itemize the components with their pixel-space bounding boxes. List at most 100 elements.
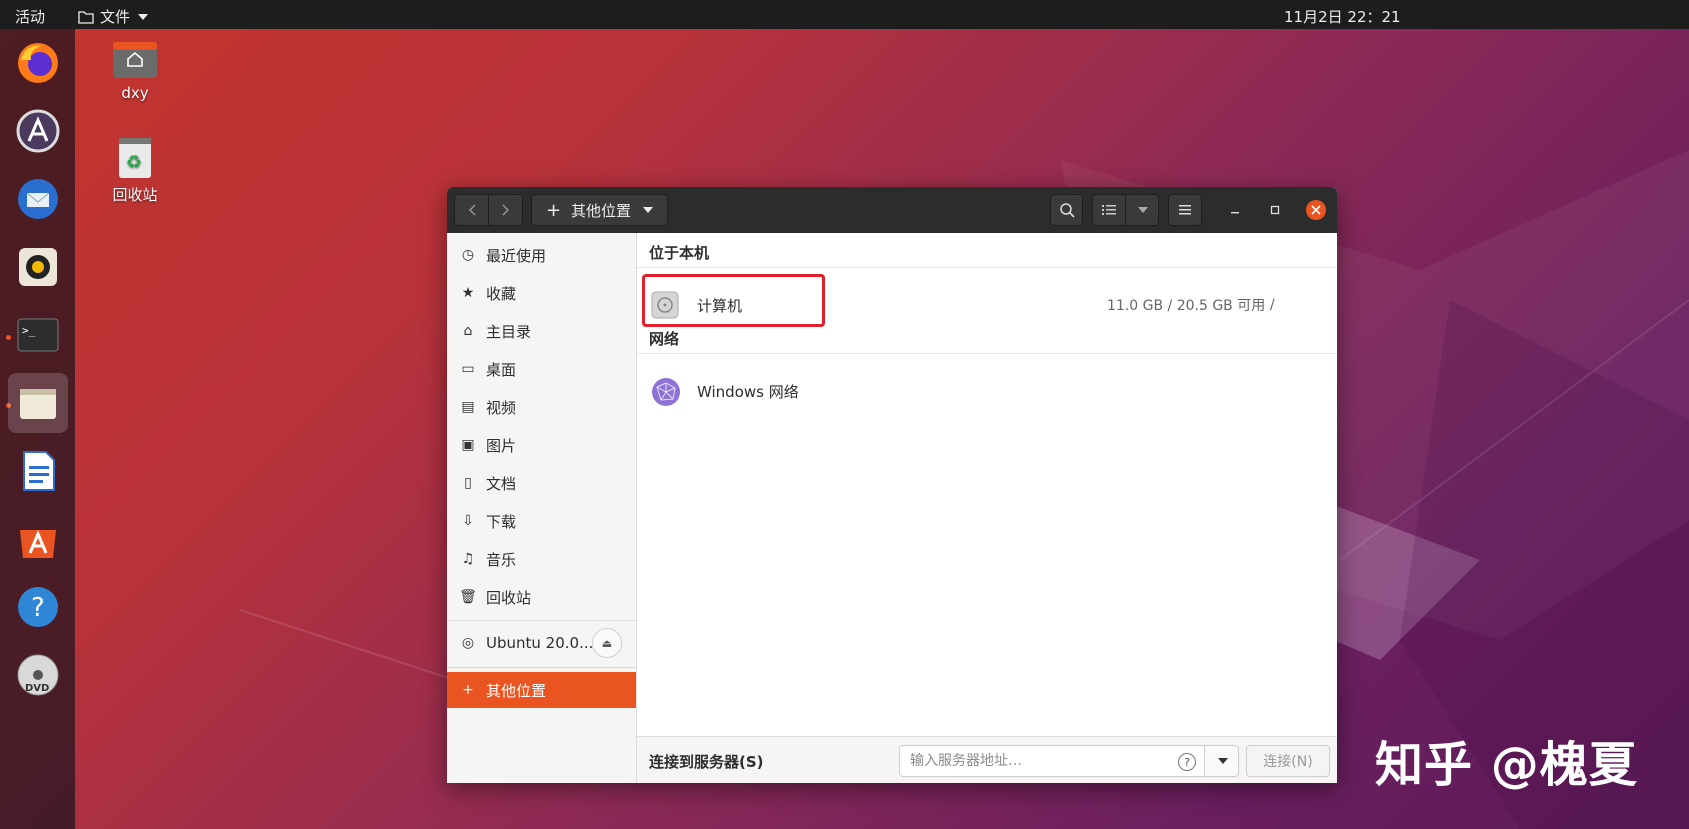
sidebar-item-recent[interactable]: ◷ 最近使用 (447, 236, 636, 274)
dock-files[interactable] (8, 373, 68, 433)
sidebar-item-label: 桌面 (486, 360, 517, 379)
mount-point: / (1270, 297, 1275, 313)
watermark: 知乎 @槐夏 (1375, 737, 1638, 793)
header-bar: + 其他位置 (447, 187, 1337, 233)
eject-icon: ⏏ (601, 636, 613, 650)
sidebar-item-label: Ubuntu 20.0... (486, 634, 594, 652)
clock[interactable]: 11月2日 22：21 (1284, 6, 1401, 27)
recent-servers-dropdown[interactable] (1204, 745, 1239, 777)
chevron-down-icon (1217, 758, 1228, 764)
sidebar-item-documents[interactable]: ▯ 文档 (447, 464, 636, 502)
maximize-button[interactable] (1261, 194, 1289, 226)
home-icon: ⌂ (463, 323, 473, 339)
sidebar-item-pictures[interactable]: ▣ 图片 (447, 426, 636, 464)
sidebar-item-label: 其他位置 (486, 681, 547, 700)
menu-button[interactable] (1168, 194, 1202, 226)
help-icon[interactable]: ? (1178, 753, 1196, 771)
view-options-button[interactable] (1125, 194, 1159, 226)
sidebar-item-downloads[interactable]: ⇩ 下载 (447, 502, 636, 540)
dock-libreoffice-writer[interactable] (8, 441, 68, 501)
dock-help[interactable]: ? (8, 577, 68, 637)
sidebar-item-other-locations[interactable]: + 其他位置 (447, 672, 636, 708)
eject-button[interactable]: ⏏ (592, 628, 622, 658)
sidebar-item-trash[interactable]: 🗑 回收站 (447, 578, 636, 616)
connect-button[interactable]: 连接(N) (1246, 745, 1330, 777)
sidebar-item-label: 视频 (486, 398, 517, 417)
chevron-down-icon (643, 207, 654, 213)
server-address-input[interactable] (908, 752, 1162, 770)
connect-to-server-bar: 连接到服务器(S) ? 连接(N) (637, 736, 1337, 783)
svg-text:♻: ♻ (126, 152, 142, 173)
optical-disc-icon: ◎ (461, 635, 475, 651)
libreoffice-writer-icon (23, 451, 55, 491)
chevron-left-icon (468, 204, 475, 216)
close-button[interactable] (1302, 194, 1330, 226)
sidebar-item-label: 音乐 (486, 550, 517, 569)
chevron-right-icon (502, 204, 509, 216)
sidebar-item-ubuntu-disc[interactable]: ◎ Ubuntu 20.0... ⏏ (447, 624, 636, 662)
dock-firefox[interactable] (8, 33, 68, 93)
forward-button[interactable] (488, 194, 523, 226)
dock-thunderbird[interactable] (8, 169, 68, 229)
list-view-icon (1102, 205, 1116, 215)
video-icon: ▤ (461, 399, 475, 415)
clock-icon: ◷ (461, 247, 475, 263)
minimize-button[interactable] (1221, 194, 1249, 226)
top-panel: 活动 文件 11月2日 22：21 (0, 0, 1689, 29)
desktop-home-label: dxy (121, 84, 149, 102)
activities-button[interactable]: 活动 (15, 6, 45, 27)
dock-software-updater[interactable] (8, 101, 68, 161)
dock-rhythmbox[interactable] (8, 237, 68, 297)
search-button[interactable] (1050, 194, 1083, 226)
location-row-windows-network[interactable]: Windows 网络 (637, 367, 1337, 415)
dock-dvd[interactable]: DVD (8, 645, 68, 705)
help-icon: ? (18, 587, 58, 627)
document-icon: ▯ (464, 475, 472, 491)
file-manager-window: + 其他位置 ◷ 最近使用 ★ 收藏 ⌂ 主目录 ▭ 桌面 ▤ 视频 ▣ 图片 … (447, 187, 1337, 783)
annotation-highlight (642, 274, 825, 327)
sidebar-item-label: 文档 (486, 474, 517, 493)
dvd-icon: DVD (17, 654, 59, 696)
sidebar-item-home[interactable]: ⌂ 主目录 (447, 312, 636, 350)
chevron-down-icon (138, 13, 149, 20)
disk-usage: 11.0 GB / 20.5 GB 可用 (1107, 298, 1266, 314)
trash-icon: ♻ (119, 138, 151, 178)
minimize-icon (1231, 212, 1239, 214)
sidebar-item-starred[interactable]: ★ 收藏 (447, 274, 636, 312)
path-label: 其他位置 (571, 201, 632, 220)
connect-to-server-label: 连接到服务器(S) (649, 753, 764, 771)
sidebar-item-music[interactable]: ♫ 音乐 (447, 540, 636, 578)
network-icon (651, 377, 681, 411)
svg-text:>_: >_ (22, 324, 36, 337)
files-icon (20, 389, 56, 419)
sidebar-item-videos[interactable]: ▤ 视频 (447, 388, 636, 426)
dock-terminal[interactable]: >_ (8, 305, 68, 365)
sidebar-item-label: 收藏 (486, 284, 517, 303)
download-icon: ⇩ (462, 513, 474, 529)
rhythmbox-icon (19, 248, 57, 286)
back-button[interactable] (454, 194, 489, 226)
server-address-field[interactable]: ? (899, 745, 1205, 777)
path-bar-button[interactable]: + 其他位置 (531, 194, 668, 226)
folder-icon (78, 10, 94, 24)
sidebar-divider (447, 667, 636, 668)
app-menu-label: 文件 (100, 8, 131, 26)
dock: >_ ? DVD (0, 29, 75, 829)
app-menu[interactable]: 文件 (78, 6, 149, 27)
other-locations-view: 位于本机 计算机 11.0 GB / 20.5 GB 可用 / 网络 Windo… (637, 233, 1337, 783)
list-view-button[interactable] (1092, 194, 1126, 226)
sidebar-divider (447, 620, 636, 621)
sidebar-item-desktop[interactable]: ▭ 桌面 (447, 350, 636, 388)
section-divider (637, 267, 1337, 268)
hamburger-icon (1179, 205, 1191, 215)
dock-ubuntu-software[interactable] (8, 509, 68, 569)
desktop-icon: ▭ (461, 361, 475, 377)
music-icon: ♫ (461, 551, 475, 567)
desktop-trash[interactable]: ♻ 回收站 (90, 134, 180, 205)
desktop-home-folder[interactable]: dxy (90, 38, 180, 102)
maximize-icon (1270, 205, 1280, 215)
thunderbird-icon (18, 179, 58, 219)
ubuntu-software-icon (20, 530, 56, 558)
plus-icon: + (462, 682, 474, 698)
svg-text:DVD: DVD (25, 683, 49, 694)
